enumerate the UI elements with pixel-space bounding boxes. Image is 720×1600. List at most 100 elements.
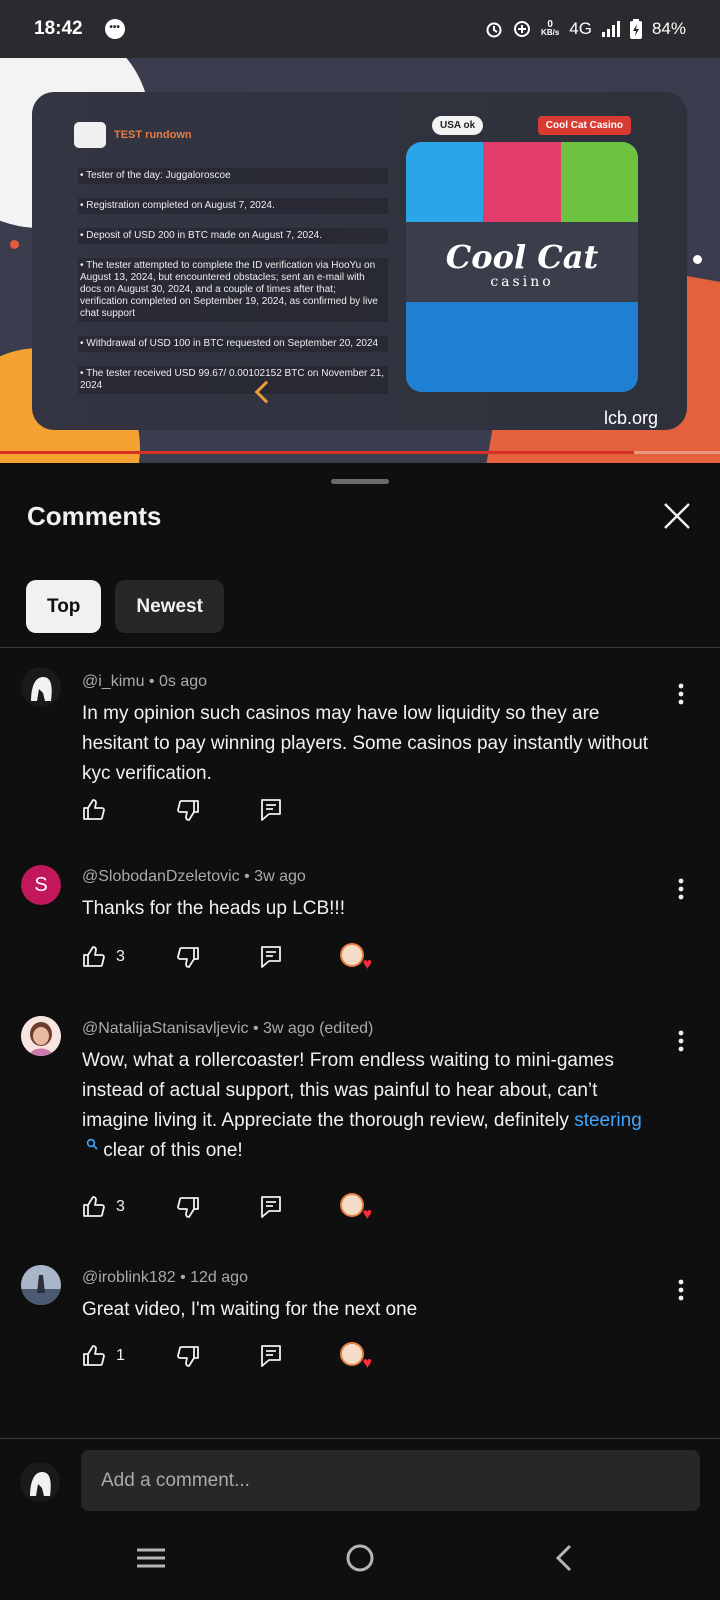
rundown-line: • Withdrawal of USD 100 in BTC requested… [78, 336, 388, 352]
rundown-line: • The tester attempted to complete the I… [78, 258, 388, 322]
rundown-line: • Registration completed on August 7, 20… [78, 198, 388, 214]
close-button[interactable] [662, 501, 692, 531]
lcb-logo-icon [74, 122, 106, 148]
battery-charging-icon [629, 19, 642, 39]
comment-more-button[interactable] [678, 878, 684, 900]
recents-button[interactable] [131, 1538, 171, 1578]
carousel-dot [10, 240, 19, 249]
comment-author[interactable]: @iroblink182 [82, 1269, 176, 1286]
creator-avatar [340, 943, 364, 967]
thumb-down-icon [177, 1197, 199, 1218]
usa-badge: USA ok [432, 116, 484, 135]
like-button[interactable]: 3 [82, 1195, 176, 1219]
reply-button[interactable] [260, 1344, 340, 1368]
reply-button[interactable] [260, 945, 340, 969]
casino-badge: Cool Cat Casino [537, 116, 631, 135]
heart-icon: ♥ [362, 1206, 373, 1223]
search-link-label: steering [574, 1110, 642, 1131]
comment-actions [82, 798, 340, 822]
drag-handle[interactable] [331, 479, 389, 484]
tab-top[interactable]: Top [26, 580, 102, 633]
more-vert-icon [678, 1279, 684, 1301]
creator-avatar [340, 1193, 364, 1217]
close-icon [664, 503, 690, 529]
rundown-line: • The tester received USD 99.67/ 0.00102… [78, 366, 388, 394]
comment-author[interactable]: @i_kimu [82, 673, 144, 690]
avatar[interactable] [21, 1016, 61, 1056]
signal-icon [601, 21, 620, 37]
comment-author[interactable]: @NatalijaStanisavljevic [82, 1020, 249, 1037]
dislike-button[interactable] [176, 945, 260, 969]
comment-meta: @iroblink182 • 12d ago [82, 1269, 248, 1286]
avatar-letter: S [21, 865, 61, 905]
like-button[interactable]: 3 [82, 945, 176, 969]
avatar[interactable] [21, 667, 61, 707]
thumb-up-icon [83, 1196, 105, 1217]
comment-meta: @NatalijaStanisavljevic • 3w ago (edited… [82, 1020, 374, 1037]
card-brand: TEST rundown [74, 122, 192, 148]
comment-time: 0s ago [158, 673, 208, 690]
comment-meta: @SlobodanDzeletovic • 3w ago [82, 868, 306, 885]
reply-button[interactable] [260, 798, 340, 822]
creator-heart-badge: ♥ [340, 1342, 372, 1372]
video-progress-fill [0, 451, 634, 454]
creator-heart-badge: ♥ [340, 1193, 372, 1223]
system-nav-bar [0, 1518, 720, 1600]
more-vert-icon [678, 1030, 684, 1052]
comment-text-part: Wow, what a rollercoaster! From endless … [82, 1050, 614, 1131]
heart-icon: ♥ [362, 956, 373, 973]
creator-avatar [340, 1342, 364, 1366]
search-icon [86, 1138, 98, 1150]
comments-sheet: Comments Top Newest @i_kimu • 0s ago In … [0, 465, 720, 1600]
video-player[interactable]: TEST rundown USA ok Cool Cat Casino • Te… [0, 58, 720, 463]
comment-more-button[interactable] [678, 683, 684, 705]
avatar[interactable]: S [21, 865, 61, 905]
comment-more-button[interactable] [678, 1279, 684, 1301]
thumb-down-icon [177, 1346, 199, 1367]
avatar[interactable] [21, 1265, 61, 1305]
home-button[interactable] [340, 1538, 380, 1578]
comment-text: In my opinion such casinos may have low … [82, 703, 649, 784]
comment-text-part: clear of this one! [98, 1140, 243, 1161]
reply-icon [261, 946, 281, 968]
reply-icon [261, 1345, 281, 1367]
dislike-button[interactable] [176, 1344, 260, 1368]
rundown-list: • Tester of the day: Juggaloroscoe • Reg… [78, 168, 388, 408]
like-button[interactable] [82, 798, 176, 822]
reply-icon [261, 799, 281, 821]
comments-title: Comments [27, 501, 162, 531]
thumb-up-icon [83, 799, 105, 820]
card-title: TEST rundown [114, 129, 192, 141]
network-type: 4G [569, 19, 592, 38]
video-card: TEST rundown USA ok Cool Cat Casino • Te… [32, 92, 687, 430]
like-button[interactable]: 1 [82, 1344, 176, 1368]
comment-time: 3w ago (edited) [263, 1020, 374, 1037]
comment-time: 3w ago [254, 868, 306, 885]
chat-bubble-icon: ••• [104, 19, 125, 39]
add-comment-input[interactable]: Add a comment... [81, 1450, 700, 1511]
comment-more-button[interactable] [678, 1030, 684, 1052]
home-icon [346, 1544, 374, 1572]
dislike-button[interactable] [176, 1195, 260, 1219]
dislike-button[interactable] [176, 798, 260, 822]
comment-author[interactable]: @SlobodanDzeletovic [82, 868, 240, 885]
status-icons: 0 KB/s 4G 84% [485, 19, 686, 39]
rundown-line: • Tester of the day: Juggaloroscoe [78, 168, 388, 184]
data-saver-icon [514, 21, 531, 37]
tab-newest[interactable]: Newest [115, 580, 224, 633]
divider [0, 1438, 720, 1439]
reply-button[interactable] [260, 1195, 340, 1219]
network-speed: 0 KB/s [541, 19, 560, 37]
comment-actions: 1 ♥ [82, 1342, 372, 1372]
thumb-up-icon [83, 946, 105, 967]
status-bar: 18:42 ••• 0 KB/s 4G 84% [0, 0, 720, 58]
back-button[interactable] [546, 1538, 586, 1578]
status-time: 18:42 [34, 18, 83, 39]
thumb-down-icon [177, 947, 199, 968]
sort-tabs: Top Newest [26, 580, 224, 633]
video-progress-bar[interactable] [0, 451, 720, 454]
thumb-up-icon [83, 1345, 105, 1366]
comment-text: Thanks for the heads up LCB!!! [82, 898, 345, 919]
comment-text: Great video, I'm waiting for the next on… [82, 1299, 418, 1320]
casino-logo-sub: casino [490, 274, 554, 290]
